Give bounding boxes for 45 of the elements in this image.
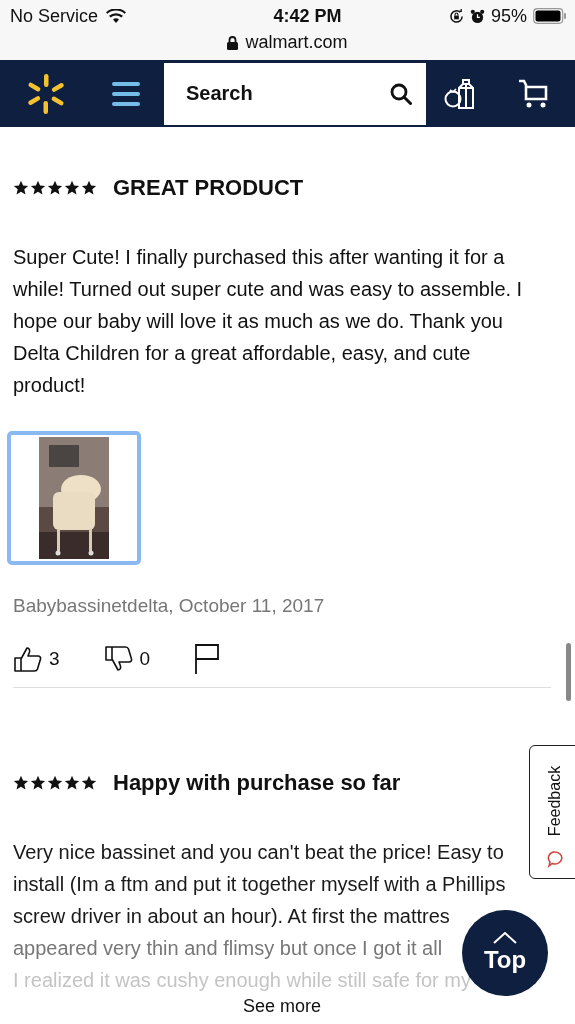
search-icon[interactable] — [390, 82, 412, 105]
alarm-icon — [469, 8, 485, 24]
star-icon — [47, 775, 63, 791]
chevron-up-icon — [493, 932, 517, 944]
battery-percent: 95% — [490, 5, 527, 27]
star-icon — [64, 775, 80, 791]
review-text-line: install (Im a ftm and put it together myself with a Phillips — [13, 872, 506, 897]
review-photo-thumbnail[interactable] — [7, 431, 141, 565]
battery-icon — [533, 8, 567, 24]
see-more-link[interactable]: See more — [13, 996, 551, 1017]
menu-icon[interactable] — [111, 80, 141, 107]
chat-bubble-icon — [546, 850, 564, 868]
thumbs-down-icon — [103, 645, 134, 673]
star-icon — [81, 180, 97, 196]
helpful-button[interactable]: 3 — [13, 645, 60, 673]
spark-logo-icon[interactable] — [25, 72, 67, 115]
lock-icon — [227, 35, 239, 50]
wifi-icon — [106, 8, 127, 24]
star-icon — [81, 775, 97, 791]
star-icon — [64, 180, 80, 196]
review-text-line: appeared very thin and flimsy but once I got it all — [13, 936, 443, 961]
unhelpful-button[interactable]: 0 — [103, 645, 151, 673]
star-icon — [13, 775, 29, 791]
carrier-text: No Service — [10, 5, 99, 27]
grocery-icon[interactable] — [444, 78, 476, 109]
rotation-lock-icon — [448, 8, 464, 24]
search-field[interactable]: Search — [184, 81, 390, 106]
star-icon — [30, 180, 46, 196]
search-bar[interactable]: Search — [164, 62, 426, 125]
star-icon — [13, 180, 29, 196]
thumbs-up-icon — [13, 645, 43, 673]
cart-icon[interactable] — [518, 78, 550, 109]
review-text-line: screw driver in about an hour). At first the mattres — [13, 904, 450, 929]
star-icon — [47, 180, 63, 196]
clock-time: 4:42 PM — [273, 5, 342, 27]
review-title: Happy with purchase so far — [113, 770, 401, 796]
scrollbar[interactable] — [566, 643, 571, 701]
review-author-date: Babybassinetdelta, October 11, 2017 — [13, 595, 326, 617]
feedback-tab[interactable]: Feedback — [529, 745, 575, 879]
review-text: Super Cute! I finally purchased this after wanting it for a while! Turned out super cute and was easy to assemble. I hope our baby will love it as much as we do. Thank you Delta Children for a great affordable, easy, and cute product! — [13, 245, 524, 398]
url-text[interactable]: walmart.com — [245, 32, 348, 53]
star-icon — [30, 775, 46, 791]
flag-icon[interactable] — [194, 643, 221, 675]
review-title: GREAT PRODUCT — [113, 175, 304, 201]
review-text-line: Very nice bassinet and you can't beat the price! Easy to — [13, 840, 504, 865]
